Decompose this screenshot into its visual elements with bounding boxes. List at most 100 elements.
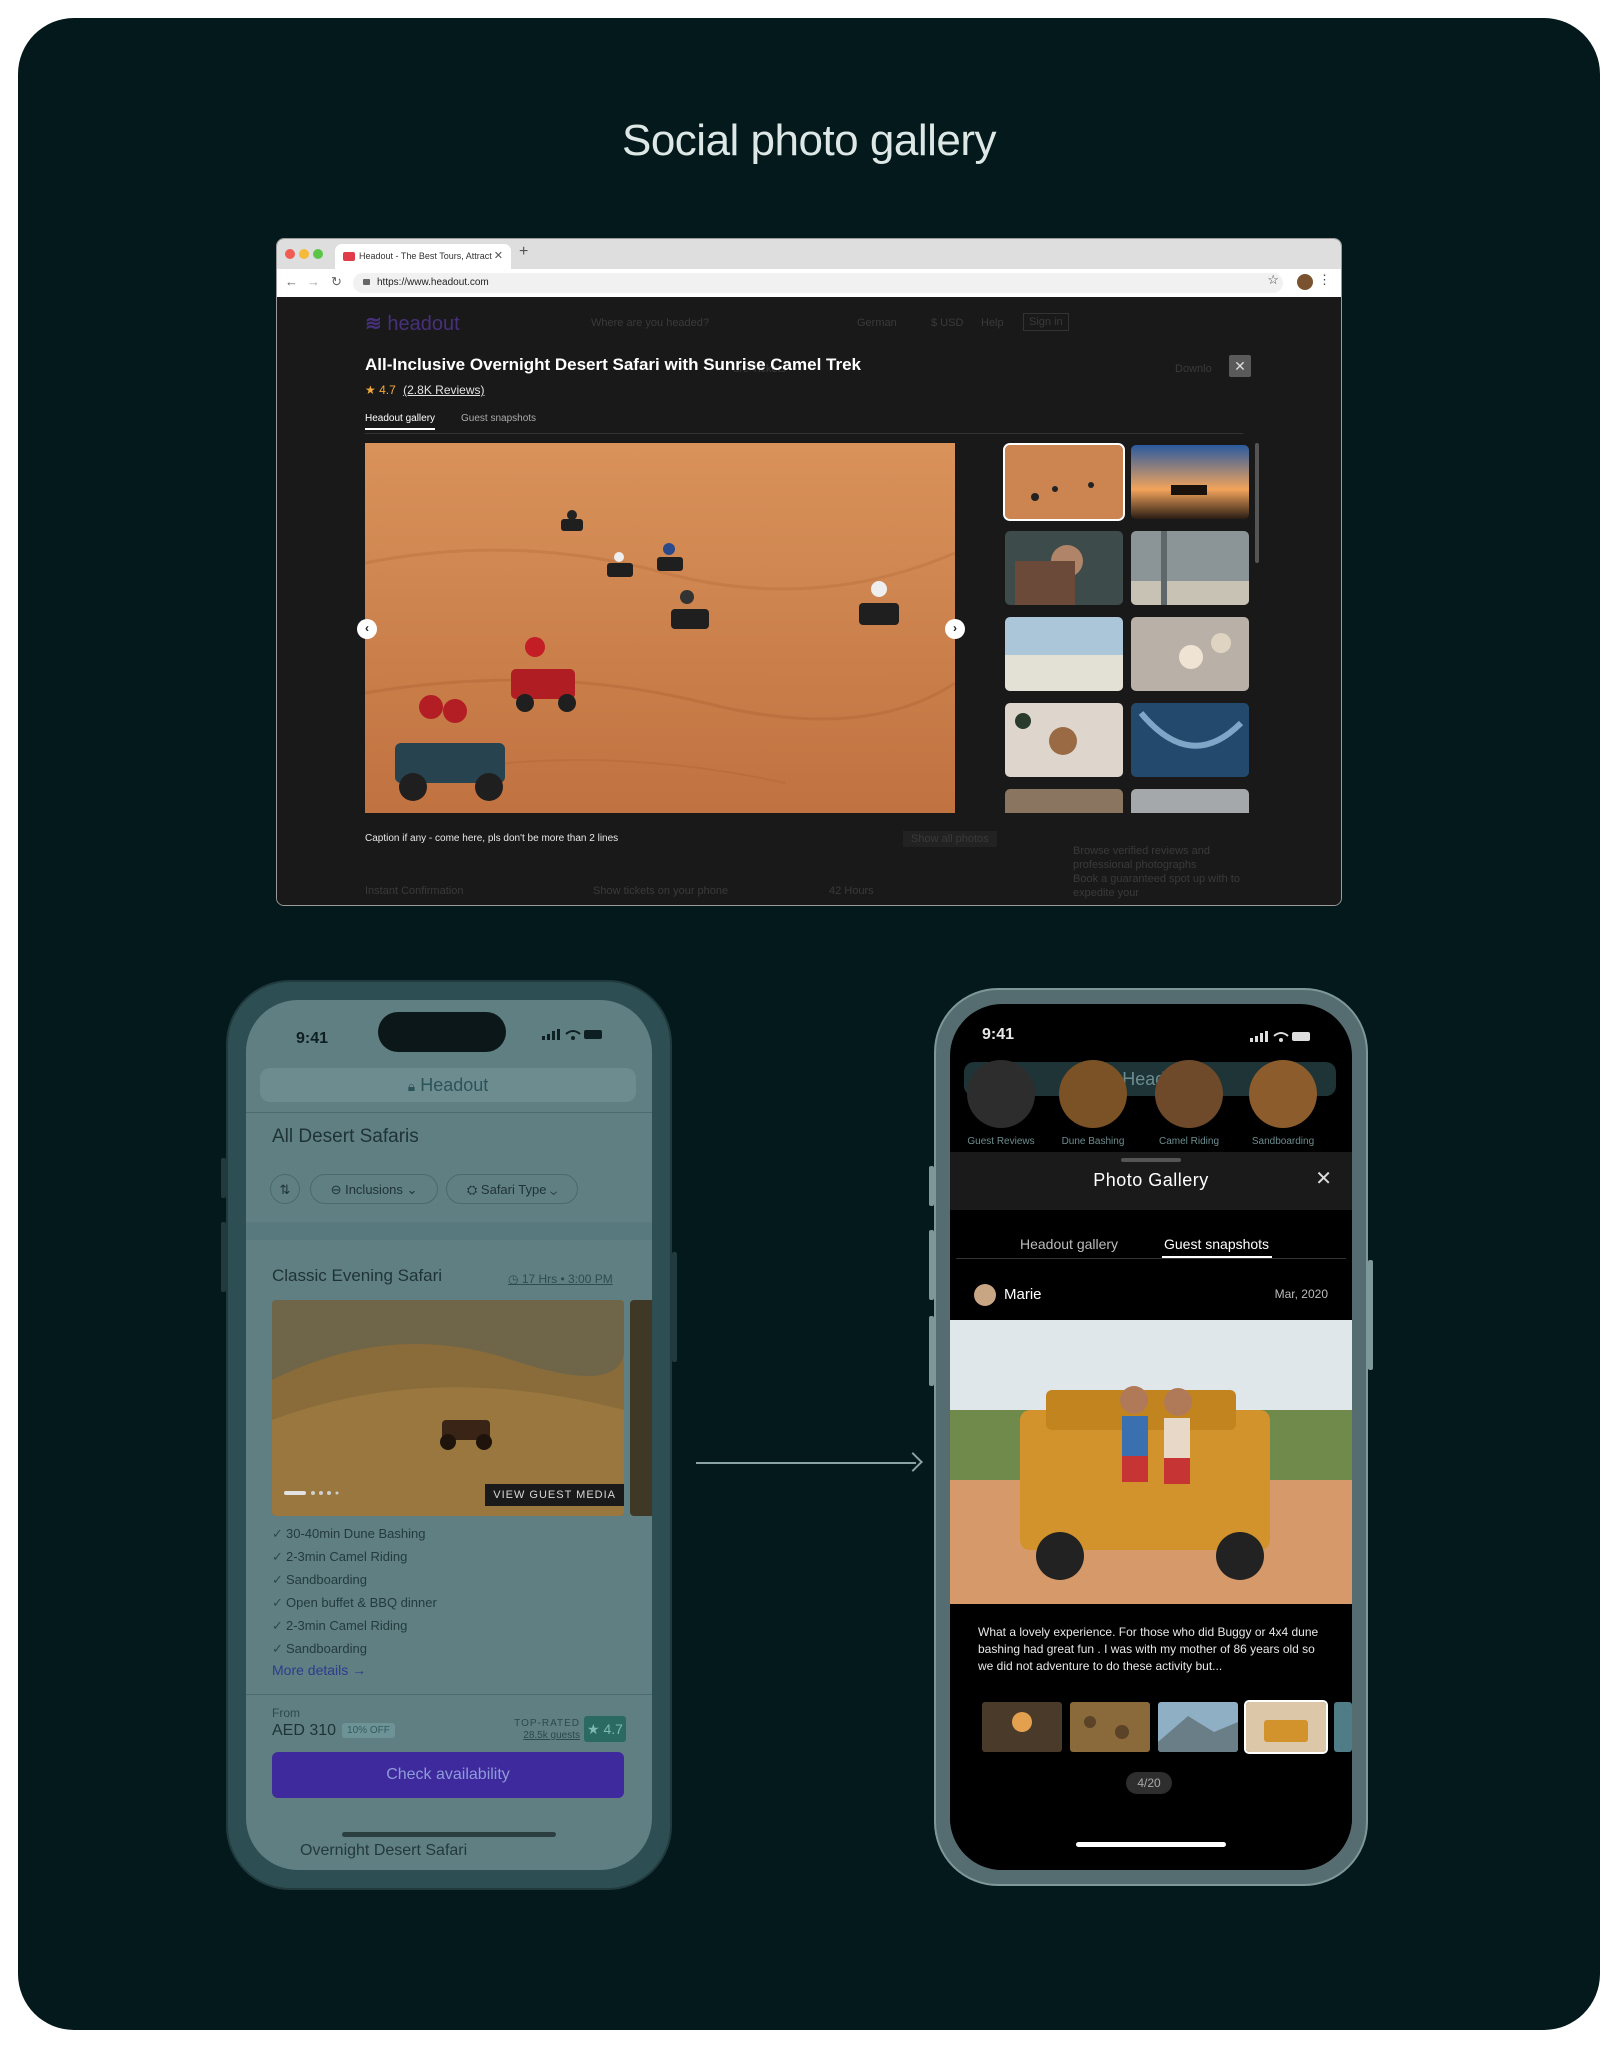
thumbnail-candles[interactable] <box>1131 617 1249 691</box>
category-guest-reviews[interactable]: Guest Reviews <box>958 1060 1044 1147</box>
ghost-bar-2: Show tickets on your phone <box>593 885 729 897</box>
card-image[interactable]: VIEW GUEST MEDIA <box>272 1300 624 1516</box>
gallery-phone: 9:41 🔒︎ Headout Guest Reviews Dune Bashi… <box>929 988 1373 1886</box>
ghost-bullet-4: expedite your <box>1073 887 1140 899</box>
thumbnail-partial-1[interactable] <box>1005 789 1123 813</box>
profile-avatar[interactable] <box>1297 274 1313 290</box>
gallery-screen: 9:41 🔒︎ Headout Guest Reviews Dune Bashi… <box>950 1004 1352 1870</box>
lock-icon <box>363 279 370 285</box>
view-guest-media-button[interactable]: VIEW GUEST MEDIA <box>485 1484 624 1506</box>
volume-up-button <box>929 1230 934 1300</box>
forward-icon[interactable]: → <box>307 274 320 289</box>
rating-value: 4.7 <box>379 383 396 397</box>
thumbnail-abstract[interactable] <box>1131 703 1249 777</box>
rating-badge: ★ 4.7 <box>584 1716 626 1742</box>
close-icon[interactable]: ✕ <box>1315 1166 1332 1191</box>
phone-action-button <box>929 1166 934 1206</box>
address-bar[interactable]: 🔒︎ Headout <box>260 1068 636 1102</box>
new-tab-icon[interactable]: + <box>519 243 528 261</box>
tab-guest-snapshots[interactable]: Guest snapshots <box>461 413 536 424</box>
photo-caption: Caption if any - come here, pls don't be… <box>365 833 619 844</box>
inclusion-item: ✓ Sandboarding <box>272 1641 367 1656</box>
thumbnail-metro[interactable] <box>1131 531 1249 605</box>
next-card-title: Overnight Desert Safari <box>300 1842 468 1859</box>
sheet-title: Photo Gallery <box>1093 1170 1209 1190</box>
tab-headout-gallery[interactable]: Headout gallery <box>365 413 436 430</box>
collection-heading: All Desert Safaris <box>272 1126 419 1147</box>
browser-window: Headout - The Best Tours, Attract ✕ + ← … <box>276 238 1342 906</box>
ghost-show-all: Show all photos <box>903 831 997 847</box>
ghost-bar-3: 42 Hours <box>829 885 874 897</box>
address-bar[interactable]: https://www.headout.com <box>353 273 1283 293</box>
filter-safari-type[interactable]: ⛭ Safari Type ⌄ <box>446 1174 578 1204</box>
sort-icon[interactable]: ⇅ <box>270 1174 300 1204</box>
guest-photo[interactable] <box>950 1320 1352 1604</box>
thumbnail-camel-sunset[interactable] <box>1131 445 1249 519</box>
thumbnail-quad-bikes[interactable] <box>1003 443 1125 521</box>
chevron-down-icon: ⌄ <box>546 1182 558 1197</box>
category-camel-riding[interactable]: Camel Riding <box>1146 1060 1232 1147</box>
listing-phone: 9:41 🔒︎ Headout All Desert Safaris ⇅ ⊖ I… <box>221 980 677 1890</box>
avatar <box>974 1284 996 1306</box>
reviewer: Marie <box>974 1284 1042 1306</box>
gallery-overlay: ≋ headout Where are you headed? German $… <box>277 297 1341 905</box>
next-card-peek <box>630 1300 652 1516</box>
next-photo-button[interactable]: › <box>945 619 965 639</box>
guest-thumbnail[interactable] <box>1334 1702 1352 1752</box>
window-zoom-dot[interactable] <box>313 249 323 259</box>
guest-thumbnail[interactable] <box>1070 1702 1150 1752</box>
thumbnail-flatlay[interactable] <box>1005 703 1123 777</box>
dynamic-island <box>378 1012 506 1052</box>
guest-count-link: 28.5k guests <box>523 1730 580 1741</box>
window-close-dot[interactable] <box>285 249 295 259</box>
window-minimize-dot[interactable] <box>299 249 309 259</box>
reviews-link[interactable]: (2.8K Reviews) <box>403 383 484 397</box>
dynamic-island <box>1086 1020 1210 1056</box>
inclusion-item: ✓ 2-3min Camel Riding <box>272 1549 408 1564</box>
ghost-bullet-2: professional photographs <box>1073 859 1197 871</box>
thumbnail-dunes[interactable] <box>1005 617 1123 691</box>
close-icon[interactable]: ✕ <box>1229 355 1251 377</box>
prev-photo-button[interactable]: ‹ <box>357 619 377 639</box>
image-pager <box>284 1484 348 1502</box>
category-dune-bashing[interactable]: Dune Bashing <box>1050 1060 1136 1147</box>
price: AED 310 10% OFF <box>272 1722 395 1740</box>
header-divider <box>246 1112 652 1113</box>
guest-thumbnail-selected[interactable] <box>1244 1700 1328 1754</box>
tab-guest-snapshots[interactable]: Guest snapshots <box>1164 1236 1269 1252</box>
home-indicator[interactable] <box>1076 1842 1226 1847</box>
thumbnail-scrollbar[interactable] <box>1255 443 1259 563</box>
guest-thumbnail[interactable] <box>1158 1702 1238 1752</box>
status-icons <box>1250 1031 1310 1042</box>
price-divider <box>246 1694 652 1695</box>
category-sandboarding[interactable]: Sandboarding <box>1240 1060 1326 1147</box>
ticket-icon: ⊖ <box>330 1182 346 1197</box>
inclusion-item: ✓ 2-3min Camel Riding <box>272 1618 408 1633</box>
thumbnail-portrait[interactable] <box>1005 531 1123 605</box>
check-availability-button[interactable]: Check availability <box>272 1752 624 1798</box>
back-icon[interactable]: ← <box>285 274 298 289</box>
card-title[interactable]: Classic Evening Safari <box>272 1266 442 1286</box>
reload-icon[interactable]: ↻ <box>331 274 342 290</box>
thumbnail-partial-2[interactable] <box>1131 789 1249 813</box>
inclusion-item: ✓ 30-40min Dune Bashing <box>272 1526 426 1541</box>
home-indicator[interactable] <box>342 1832 556 1837</box>
volume-down-button <box>929 1316 934 1386</box>
browser-tab[interactable]: Headout - The Best Tours, Attract ✕ <box>335 244 511 269</box>
menu-kebab-icon[interactable]: ⋮ <box>1318 272 1331 288</box>
review-date: Mar, 2020 <box>1274 1287 1328 1301</box>
from-label: From <box>272 1706 300 1720</box>
ghost-search: Where are you headed? <box>591 317 710 329</box>
browser-tab-title: Headout - The Best Tours, Attract <box>359 251 492 261</box>
flow-arrow <box>696 1462 916 1464</box>
tab-close-icon[interactable]: ✕ <box>494 244 503 269</box>
check-icon: ✓ <box>272 1572 283 1587</box>
tab-headout-gallery[interactable]: Headout gallery <box>1020 1236 1118 1252</box>
guest-thumbnail[interactable] <box>982 1702 1062 1752</box>
ghost-help: Help <box>981 317 1004 329</box>
sheet-grabber[interactable] <box>1121 1158 1181 1162</box>
clock-icon: ◷ <box>508 1272 522 1286</box>
bookmark-star-icon[interactable]: ☆ <box>1267 272 1279 288</box>
filter-inclusions[interactable]: ⊖ Inclusions ⌄ <box>310 1174 438 1204</box>
more-details-link[interactable]: More details → <box>272 1662 366 1678</box>
